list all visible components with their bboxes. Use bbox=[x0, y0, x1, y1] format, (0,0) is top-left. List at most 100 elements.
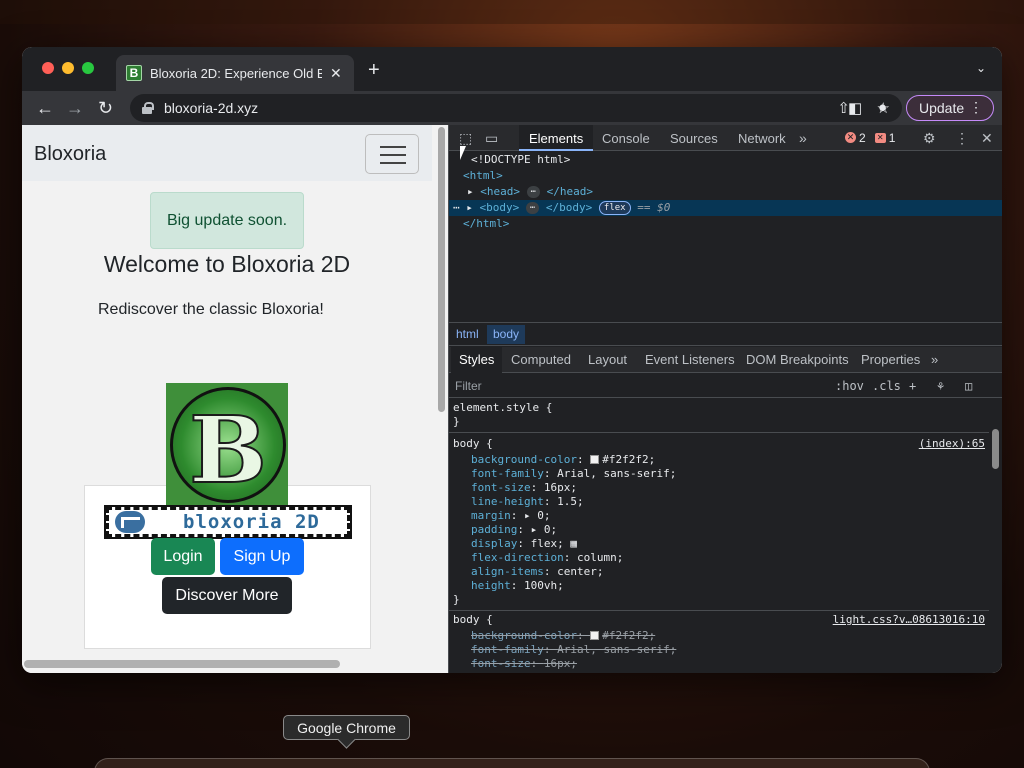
rule-source-link[interactable]: (index):65 bbox=[919, 437, 985, 451]
element-style-rule[interactable]: element.style { bbox=[449, 401, 989, 415]
devtools-panel: ⬚ ▭ Elements Console Sources Network » ✕… bbox=[448, 125, 1002, 673]
discover-more-button[interactable]: Discover More bbox=[162, 577, 292, 614]
styles-scrollbar[interactable] bbox=[990, 425, 1000, 671]
page-tagline: Rediscover the classic Bloxoria! bbox=[98, 301, 324, 318]
css-property[interactable]: display: flex; ▦ bbox=[449, 537, 989, 551]
update-button[interactable]: Update ⋮ bbox=[906, 95, 994, 121]
dom-head[interactable]: ▸ <head> ⋯ </head> bbox=[449, 184, 1002, 200]
ellipsis-icon[interactable]: ⋯ bbox=[525, 202, 540, 214]
mac-dock[interactable] bbox=[94, 758, 930, 768]
settings-gear-icon[interactable]: ⚙ bbox=[923, 130, 936, 147]
dom-html[interactable]: <html> bbox=[449, 168, 1002, 184]
device-toolbar-icon[interactable]: ▭ bbox=[485, 130, 498, 147]
body-rule-selector[interactable]: body { (index):65 bbox=[449, 437, 989, 451]
browser-window: B Bloxoria 2D: Experience Old Bl ✕ + ⌄ ←… bbox=[22, 47, 1002, 673]
css-property[interactable]: flex-direction: column; bbox=[449, 551, 989, 565]
cls-toggle[interactable]: .cls bbox=[872, 379, 901, 393]
error-badge[interactable]: ✕ 2 ✕ 1 bbox=[841, 130, 899, 145]
css-property[interactable]: align-items: center; bbox=[449, 565, 989, 579]
lock-icon[interactable] bbox=[142, 102, 154, 114]
selected-node-ref: == $0 bbox=[637, 201, 671, 214]
paint-brush-icon[interactable]: ⚘ bbox=[937, 379, 944, 393]
tab-network[interactable]: Network bbox=[738, 125, 786, 151]
breadcrumb-body[interactable]: body bbox=[487, 325, 526, 344]
color-swatch-icon[interactable] bbox=[590, 455, 600, 464]
tab-sources[interactable]: Sources bbox=[670, 125, 718, 151]
css-property[interactable]: line-height: 1.5; bbox=[449, 495, 989, 509]
new-tab-button[interactable]: + bbox=[368, 59, 380, 82]
rule-source-link-2[interactable]: light.css?v…08613016:10 bbox=[833, 613, 985, 627]
tab-elements[interactable]: Elements bbox=[519, 125, 594, 151]
chrome-menu-icon[interactable]: ⋮ bbox=[969, 99, 983, 116]
site-brand[interactable]: Bloxoria bbox=[34, 143, 106, 166]
hov-toggle[interactable]: :hov bbox=[835, 379, 864, 393]
color-swatch-icon[interactable] bbox=[590, 631, 600, 640]
zoom-window-button[interactable] bbox=[82, 62, 94, 74]
flexbox-editor-icon[interactable]: ▦ bbox=[570, 537, 577, 550]
bloxoria-banner: bloxoria 2D bbox=[104, 505, 352, 539]
inspect-element-icon[interactable]: ⬚ bbox=[459, 130, 472, 147]
more-tabs-icon[interactable]: » bbox=[799, 130, 807, 146]
tab-event-listeners[interactable]: Event Listeners bbox=[645, 347, 735, 373]
styles-filter-row: Filter :hov .cls + ⚘ ◫ bbox=[449, 374, 1002, 398]
vertical-scroll-thumb[interactable] bbox=[438, 127, 445, 412]
vertical-scrollbar[interactable] bbox=[435, 125, 448, 673]
close-tab-icon[interactable]: ✕ bbox=[330, 65, 342, 82]
css-property[interactable]: background-color: #f2f2f2; bbox=[449, 453, 989, 467]
css-property-overridden[interactable]: font-size: 16px; bbox=[449, 657, 989, 671]
reload-icon[interactable]: ↻ bbox=[98, 98, 113, 119]
issue-count: 1 bbox=[888, 130, 896, 145]
new-rule-icon[interactable]: + bbox=[909, 379, 916, 393]
css-property-overridden[interactable]: background-color: #f2f2f2; bbox=[449, 629, 989, 643]
browser-tab[interactable]: B Bloxoria 2D: Experience Old Bl ✕ bbox=[116, 55, 354, 91]
flex-badge[interactable]: flex bbox=[598, 201, 631, 215]
site-navbar: Bloxoria bbox=[22, 125, 432, 181]
page-viewport: Bloxoria Big update soon. Welcome to Blo… bbox=[22, 125, 448, 673]
close-window-button[interactable] bbox=[42, 62, 54, 74]
tab-dom-breakpoints[interactable]: DOM Breakpoints bbox=[746, 347, 849, 373]
css-property[interactable]: padding: ▸ 0; bbox=[449, 523, 989, 537]
dom-doctype[interactable]: <!DOCTYPE html> bbox=[449, 152, 1002, 168]
url-text: bloxoria-2d.xyz bbox=[164, 100, 259, 116]
address-bar[interactable]: bloxoria-2d.xyz ⇧ ☆ bbox=[130, 94, 902, 122]
devtools-tabbar: ⬚ ▭ Elements Console Sources Network » ✕… bbox=[449, 125, 1002, 151]
css-property[interactable]: font-size: 16px; bbox=[449, 481, 989, 495]
hamburger-menu-button[interactable] bbox=[365, 134, 419, 174]
ellipsis-icon[interactable]: ⋯ bbox=[526, 186, 541, 198]
css-property-overridden[interactable]: font-family: Arial, sans-serif; bbox=[449, 643, 989, 657]
tab-styles[interactable]: Styles bbox=[451, 347, 503, 373]
expand-arrow-icon[interactable]: ▸ bbox=[466, 201, 473, 214]
breadcrumb-html[interactable]: html bbox=[456, 327, 479, 341]
forward-icon[interactable]: → bbox=[66, 98, 84, 119]
tab-properties[interactable]: Properties bbox=[861, 347, 920, 373]
dom-tree: <!DOCTYPE html> <html> ▸ <head> ⋯ </head… bbox=[449, 152, 1002, 322]
close-devtools-icon[interactable]: ✕ bbox=[981, 130, 993, 147]
styles-scroll-thumb[interactable] bbox=[992, 429, 999, 469]
expand-arrow-icon[interactable]: ▸ bbox=[467, 185, 474, 198]
toggle-sidebar-icon[interactable]: ◫ bbox=[965, 379, 972, 393]
css-property[interactable]: font-family: Arial, sans-serif; bbox=[449, 467, 989, 481]
devtools-menu-icon[interactable]: ⋮ bbox=[955, 130, 969, 147]
tab-computed[interactable]: Computed bbox=[511, 347, 571, 373]
signup-button[interactable]: Sign Up bbox=[220, 538, 304, 575]
login-button[interactable]: Login bbox=[151, 538, 215, 575]
profile-icon[interactable]: ● bbox=[878, 99, 887, 116]
dom-html-close[interactable]: </html> bbox=[449, 216, 1002, 232]
tab-console[interactable]: Console bbox=[602, 125, 650, 151]
back-icon[interactable]: ← bbox=[36, 98, 54, 119]
tab-layout[interactable]: Layout bbox=[588, 347, 627, 373]
css-property[interactable]: height: 100vh; bbox=[449, 579, 989, 593]
side-panel-icon[interactable]: ◧ bbox=[848, 99, 862, 117]
breadcrumb: html body bbox=[449, 322, 1002, 346]
banner-text: bloxoria 2D bbox=[183, 511, 320, 533]
wave-icon bbox=[115, 511, 145, 533]
row-menu-icon[interactable]: ⋯ bbox=[453, 201, 460, 214]
horizontal-scroll-thumb[interactable] bbox=[24, 660, 340, 668]
dom-body-selected[interactable]: ⋯ ▸ <body> ⋯ </body> flex == $0 bbox=[449, 200, 1002, 216]
css-property[interactable]: margin: ▸ 0; bbox=[449, 509, 989, 523]
minimize-window-button[interactable] bbox=[62, 62, 74, 74]
tab-search-icon[interactable]: ⌄ bbox=[976, 61, 986, 75]
body-rule-selector-2[interactable]: body { light.css?v…08613016:10 bbox=[449, 613, 989, 627]
more-subtabs-icon[interactable]: » bbox=[931, 347, 938, 373]
styles-filter-input[interactable]: Filter bbox=[455, 379, 482, 393]
